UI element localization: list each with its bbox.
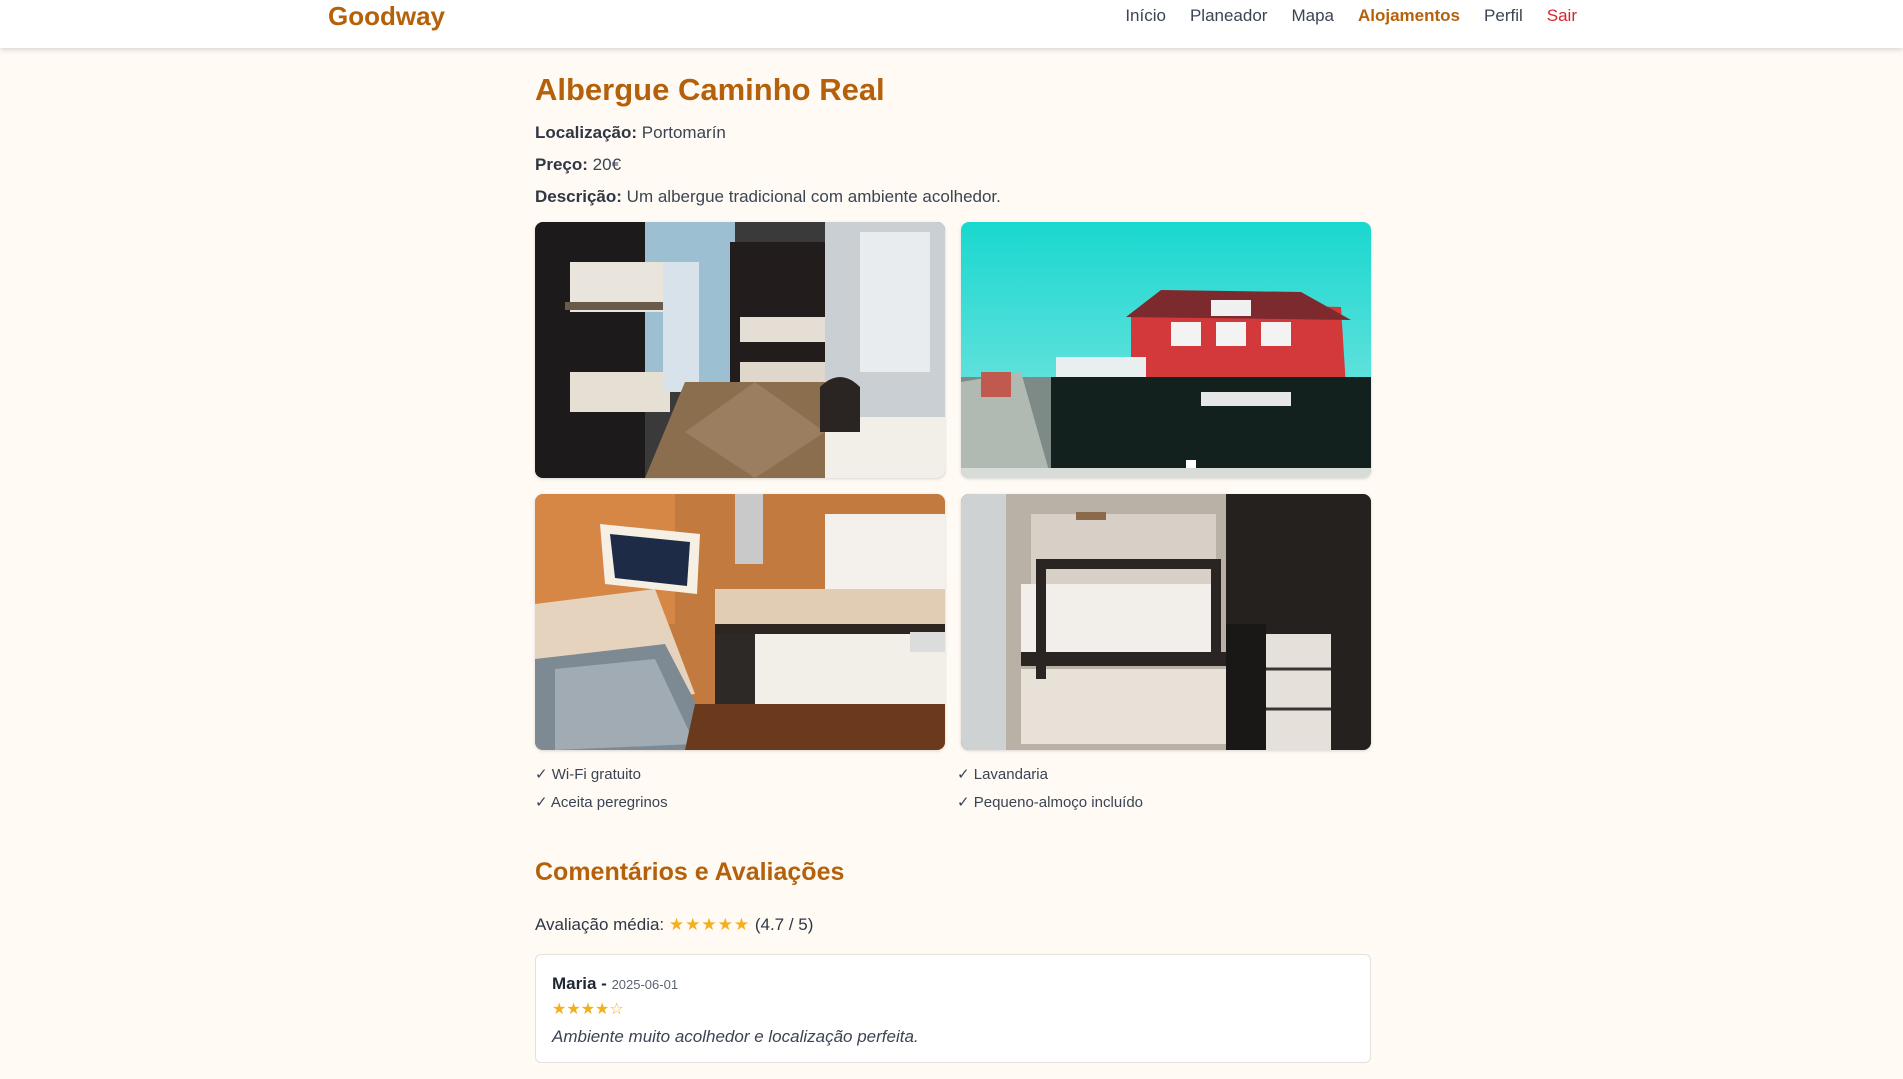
average-rating: Avaliação média: ★★★★★ (4.7 / 5) bbox=[535, 914, 1371, 936]
description-value: Um albergue tradicional com ambiente aco… bbox=[626, 187, 1001, 206]
review-date: 2025-06-01 bbox=[611, 977, 679, 992]
location-label: Localização: bbox=[535, 123, 638, 142]
amenity-item: ✓ Aceita peregrinos bbox=[535, 794, 668, 811]
description-label: Descrição: bbox=[535, 187, 622, 206]
nav-inicio[interactable]: Início bbox=[1125, 6, 1166, 26]
amenities-list: ✓ Wi-Fi gratuito ✓ Lavandaria ✓ Aceita p… bbox=[535, 766, 1371, 812]
price-row: Preço: 20€ bbox=[535, 154, 1371, 176]
photo-kitchen[interactable] bbox=[535, 494, 945, 750]
review-header: Maria - 2025-06-01 bbox=[552, 973, 1354, 996]
photo-building[interactable] bbox=[961, 222, 1371, 478]
location-row: Localização: Portomarín bbox=[535, 122, 1371, 144]
nav-alojamentos[interactable]: Alojamentos bbox=[1358, 6, 1460, 26]
description-row: Descrição: Um albergue tradicional com a… bbox=[535, 186, 1371, 208]
brand-logo[interactable]: Goodway bbox=[328, 0, 445, 32]
reviews-title: Comentários e Avaliações bbox=[535, 858, 845, 886]
page-title: Albergue Caminho Real bbox=[535, 72, 885, 107]
photo-bunk[interactable] bbox=[961, 494, 1371, 750]
main-nav: Início Planeador Mapa Alojamentos Perfil… bbox=[1101, 0, 1577, 32]
amenity-item: ✓ Wi-Fi gratuito bbox=[535, 766, 641, 783]
review-separator: - bbox=[601, 974, 607, 993]
price-label: Preço: bbox=[535, 155, 588, 174]
amenity-item: ✓ Pequeno-almoço incluído bbox=[957, 794, 1144, 811]
location-value: Portomarín bbox=[641, 123, 726, 142]
average-rating-label: Avaliação média: bbox=[535, 915, 665, 934]
nav-mapa[interactable]: Mapa bbox=[1291, 6, 1334, 26]
average-rating-stars: ★★★★★ bbox=[668, 915, 751, 934]
top-navbar: Goodway Início Planeador Mapa Alojamento… bbox=[0, 0, 1903, 48]
nav-sair[interactable]: Sair bbox=[1547, 6, 1577, 26]
amenity-item: ✓ Lavandaria bbox=[957, 766, 1048, 783]
photo-dormitory[interactable] bbox=[535, 222, 945, 478]
review-stars: ★★★★☆ bbox=[552, 1001, 624, 1018]
photo-gallery bbox=[535, 222, 1371, 750]
review-card: Maria - 2025-06-01 ★★★★☆ Ambiente muito … bbox=[535, 954, 1371, 1063]
nav-perfil[interactable]: Perfil bbox=[1484, 6, 1523, 26]
average-rating-value: (4.7 / 5) bbox=[754, 915, 814, 934]
nav-planeador[interactable]: Planeador bbox=[1190, 6, 1268, 26]
price-value: 20€ bbox=[592, 155, 622, 174]
review-text: Ambiente muito acolhedor e localização p… bbox=[552, 1027, 919, 1046]
accommodation-detail: Albergue Caminho Real Localização: Porto… bbox=[535, 70, 1371, 1063]
review-author: Maria bbox=[552, 974, 597, 993]
